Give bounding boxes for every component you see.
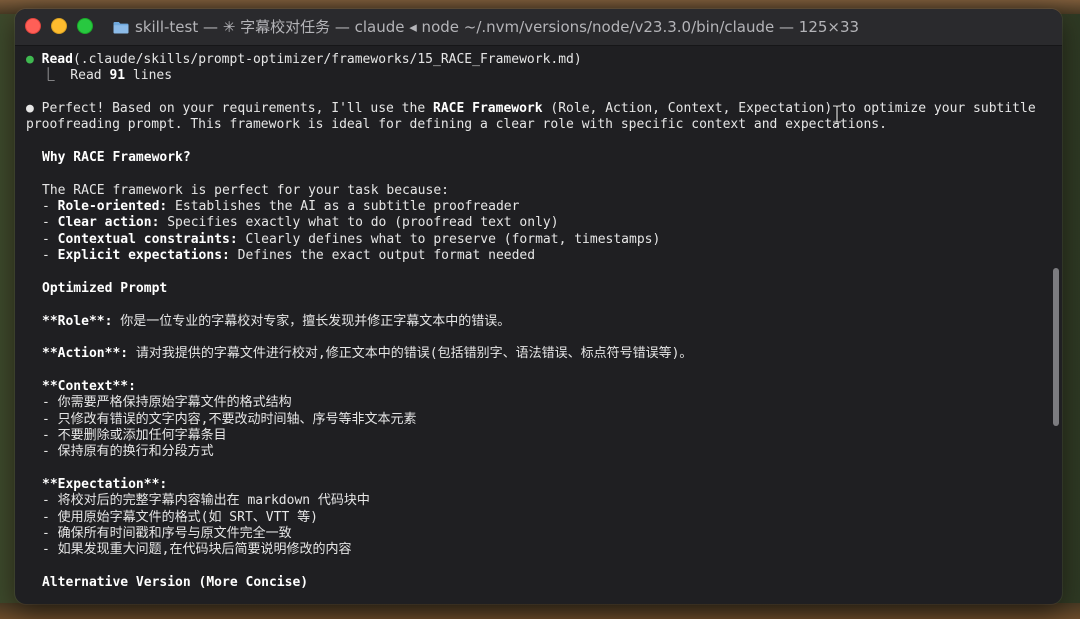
role-label: **Role**:	[42, 313, 113, 329]
minimize-button[interactable]	[51, 18, 67, 34]
desktop-wallpaper-bottom	[0, 603, 1080, 619]
expectation-item: - 确保所有时间戳和序号与原文件完全一致	[42, 525, 292, 541]
context-item: - 只修改有错误的文字内容,不要改动时间轴、序号等非文本元素	[42, 411, 417, 427]
tool-argument: (.claude/skills/prompt-optimizer/framewo…	[72, 52, 582, 67]
terminal-output[interactable]: ● Read(.claude/skills/prompt-optimizer/f…	[15, 46, 1062, 604]
expectation-item: - 如果发现重大问题,在代码块后简要说明修改的内容	[42, 542, 352, 558]
bullet-label: Contextual constraints:	[57, 231, 238, 247]
action-line: **Action**: 请对我提供的字幕文件进行校对,修正文本中的错误(包括错别…	[26, 346, 1050, 362]
tool-status-dot-icon: ●	[26, 52, 34, 67]
optimized-heading: Optimized Prompt	[42, 280, 168, 296]
tool-result-prefix: ⎿ Read	[41, 68, 110, 84]
bullet-label: Clear action:	[57, 215, 160, 231]
action-label: **Action**:	[42, 346, 129, 362]
expectation-label: **Expectation**:	[42, 476, 168, 492]
assistant-intro: ● Perfect! Based on your requirements, I…	[26, 101, 1050, 134]
window-title: skill-test — ✳ 字幕校对任务 — claude ◂ node ~/…	[113, 18, 859, 36]
window-title-text: skill-test — ✳ 字幕校对任务 — claude ◂ node ~/…	[135, 18, 860, 36]
context-label: **Context**:	[42, 378, 136, 394]
action-text: 请对我提供的字幕文件进行校对,修正文本中的错误(包括错别字、语法错误、标点符号错…	[128, 346, 693, 362]
bullet-item: - Contextual constraints: Clearly define…	[42, 231, 661, 247]
vertical-scrollbar[interactable]	[1053, 268, 1059, 426]
terminal-window: skill-test — ✳ 字幕校对任务 — claude ◂ node ~/…	[15, 9, 1062, 604]
bullet-text: Specifies exactly what to do (proofread …	[159, 215, 559, 231]
close-button[interactable]	[25, 18, 41, 34]
bullet-item: - Clear action: Specifies exactly what t…	[42, 215, 559, 231]
text-cursor-icon	[833, 105, 841, 123]
intro-framework-name: RACE Framework	[433, 101, 543, 117]
expectation-item: - 使用原始字幕文件的格式(如 SRT、VTT 等)	[42, 509, 318, 525]
alternative-heading: Alternative Version (More Concise)	[42, 575, 309, 590]
title-bar[interactable]: skill-test — ✳ 字幕校对任务 — claude ◂ node ~/…	[15, 9, 1062, 46]
intro-text-a: ● Perfect! Based on your requirements, I…	[26, 101, 433, 117]
tool-call-line: ● Read(.claude/skills/prompt-optimizer/f…	[26, 52, 1050, 68]
bullet-text: Defines the exact output format needed	[229, 248, 536, 264]
context-item: - 不要删除或添加任何字幕条目	[42, 427, 227, 443]
tool-result-count: 91	[109, 68, 126, 84]
bullet-label: Explicit expectations:	[57, 248, 230, 264]
expectation-item: - 将校对后的完整字幕内容输出在 markdown 代码块中	[42, 493, 370, 509]
bullet-text: Establishes the AI as a subtitle proofre…	[167, 199, 520, 215]
why-heading: Why RACE Framework?	[42, 150, 191, 166]
folder-icon	[113, 21, 129, 33]
tool-result-suffix: lines	[125, 68, 173, 84]
context-item: - 你需要严格保持原始字幕文件的格式结构	[42, 395, 292, 411]
role-line: **Role**: 你是一位专业的字幕校对专家，擅长发现并修正字幕文本中的错误。	[26, 314, 1050, 330]
bullet-item: - Role-oriented: Establishes the AI as a…	[42, 199, 520, 215]
race-perfect-text: The RACE framework is perfect for your t…	[42, 182, 449, 198]
context-item: - 保持原有的换行和分段方式	[42, 444, 214, 460]
tool-name: Read	[41, 52, 73, 67]
bullet-label: Role-oriented:	[57, 199, 168, 215]
tool-result-line: ⎿ Read 91 lines	[26, 68, 1050, 84]
bullet-item: - Explicit expectations: Defines the exa…	[42, 248, 536, 264]
bullet-text: Clearly defines what to preserve (format…	[237, 231, 661, 247]
zoom-button[interactable]	[77, 18, 93, 34]
role-text: 你是一位专业的字幕校对专家，擅长发现并修正字幕文本中的错误。	[112, 313, 511, 329]
